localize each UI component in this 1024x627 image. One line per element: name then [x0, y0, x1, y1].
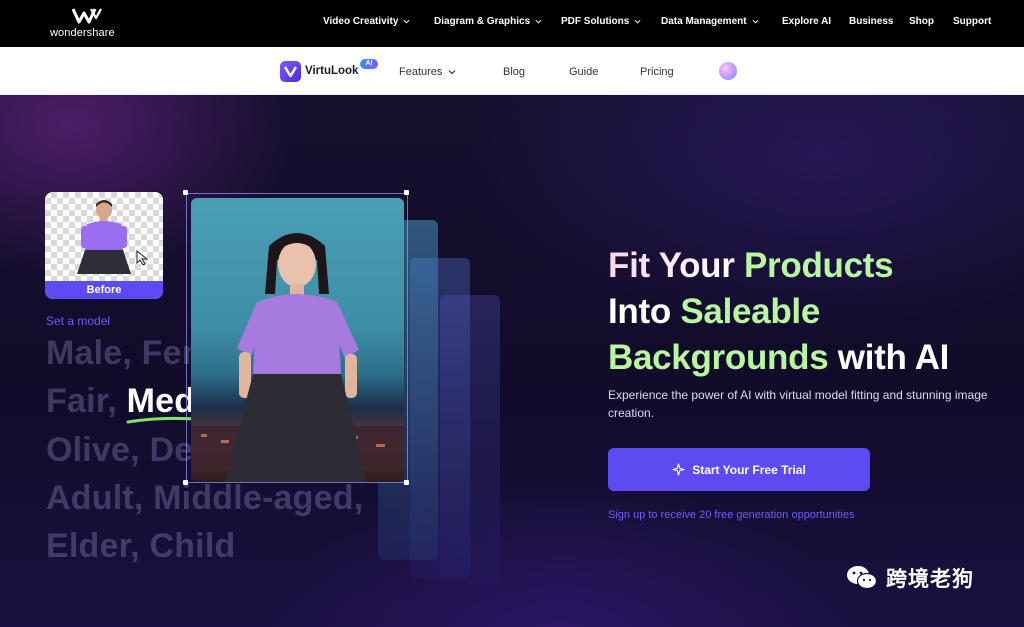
subnav-label: Features [399, 66, 443, 78]
chevron-down-icon [535, 19, 542, 24]
subnav-guide[interactable]: Guide [569, 66, 598, 78]
product-name[interactable]: VirtuLook [305, 65, 358, 77]
chevron-down-icon [752, 19, 759, 24]
topnav-label: Video Creativity [323, 16, 399, 27]
topnav-label: Shop [909, 16, 934, 27]
option-line-age-2: Elder, Child [46, 527, 236, 565]
virtulook-logo-icon[interactable] [280, 61, 301, 82]
topnav-shop[interactable]: Shop [909, 16, 934, 27]
headline-line-1: Fit Your Products [608, 243, 1008, 289]
chevron-down-icon [634, 19, 641, 24]
topnav-label: Data Management [661, 16, 747, 27]
topnav-label: Business [849, 16, 894, 27]
topnav-explore-ai[interactable]: Explore AI [782, 16, 831, 27]
sparkle-icon [672, 463, 685, 476]
resize-handle[interactable] [404, 480, 409, 485]
subnav-label: Guide [569, 66, 599, 78]
topnav-diagram-graphics[interactable]: Diagram & Graphics [434, 16, 542, 27]
global-topbar: wondershare Video Creativity Diagram & G… [0, 0, 1024, 47]
headline-text: Fit Your [608, 246, 745, 285]
headline-line-3: Backgrounds with AI [608, 335, 1008, 381]
hero-section: Before Set a model Male, Female, Fair, M… [0, 95, 1024, 627]
hero-subtitle: Experience the power of AI with virtual … [608, 388, 988, 420]
wondershare-logo-text: wondershare [50, 27, 115, 39]
headline-text: with AI [828, 338, 950, 377]
start-free-trial-button[interactable]: Start Your Free Trial [608, 448, 870, 491]
wechat-icon [847, 566, 878, 590]
topnav-video-creativity[interactable]: Video Creativity [323, 16, 410, 27]
model-thumbnail-image [77, 200, 131, 274]
signup-note: Sign up to receive 20 free generation op… [608, 509, 855, 521]
topnav-data-management[interactable]: Data Management [661, 16, 759, 27]
hero-headline: Fit Your Products Into Saleable Backgrou… [608, 243, 1008, 381]
resize-handle[interactable] [183, 480, 188, 485]
headline-line-2: Into Saleable [608, 289, 1008, 335]
topnav-business[interactable]: Business [849, 16, 893, 27]
product-subnav: VirtuLook AI Features Blog Guide Pricing [0, 47, 1024, 95]
topnav-label: Diagram & Graphics [434, 16, 531, 27]
headline-text-green: Saleable [680, 292, 821, 331]
topnav-label: PDF Solutions [561, 16, 630, 27]
wondershare-logo[interactable]: wondershare [50, 8, 126, 40]
subnav-blog[interactable]: Blog [503, 66, 525, 78]
headline-text-green: Products [744, 246, 894, 285]
topnav-label: Support [953, 16, 992, 27]
mouse-cursor-icon [136, 250, 149, 266]
resize-handle[interactable] [183, 190, 188, 195]
subnav-label: Blog [503, 66, 526, 78]
chevron-down-icon [403, 19, 410, 24]
before-label: Before [45, 281, 163, 299]
topnav-pdf-solutions[interactable]: PDF Solutions [561, 16, 641, 27]
subnav-label: Pricing [640, 66, 674, 78]
wechat-watermark: 跨境老狗 [846, 563, 974, 593]
chevron-down-icon [448, 70, 456, 75]
set-model-label: Set a model [46, 314, 111, 328]
subnav-pricing[interactable]: Pricing [640, 66, 674, 78]
ai-badge: AI [360, 59, 378, 69]
resize-handle[interactable] [404, 190, 409, 195]
cta-label: Start Your Free Trial [692, 462, 806, 477]
headline-text-green: Backgrounds [608, 338, 829, 377]
topnav-support[interactable]: Support [953, 16, 991, 27]
before-thumbnail[interactable]: Before [45, 192, 163, 299]
option-fair[interactable]: Fair, [46, 382, 127, 420]
subnav-features[interactable]: Features [399, 66, 456, 78]
topnav-label: Explore AI [782, 16, 832, 27]
selection-frame [186, 193, 408, 483]
user-avatar[interactable] [719, 62, 737, 80]
wondershare-logo-icon [72, 8, 102, 24]
headline-text: Into [608, 292, 681, 331]
watermark-text: 跨境老狗 [886, 568, 974, 591]
option-line-age-1: Adult, Middle-aged, [46, 479, 364, 517]
